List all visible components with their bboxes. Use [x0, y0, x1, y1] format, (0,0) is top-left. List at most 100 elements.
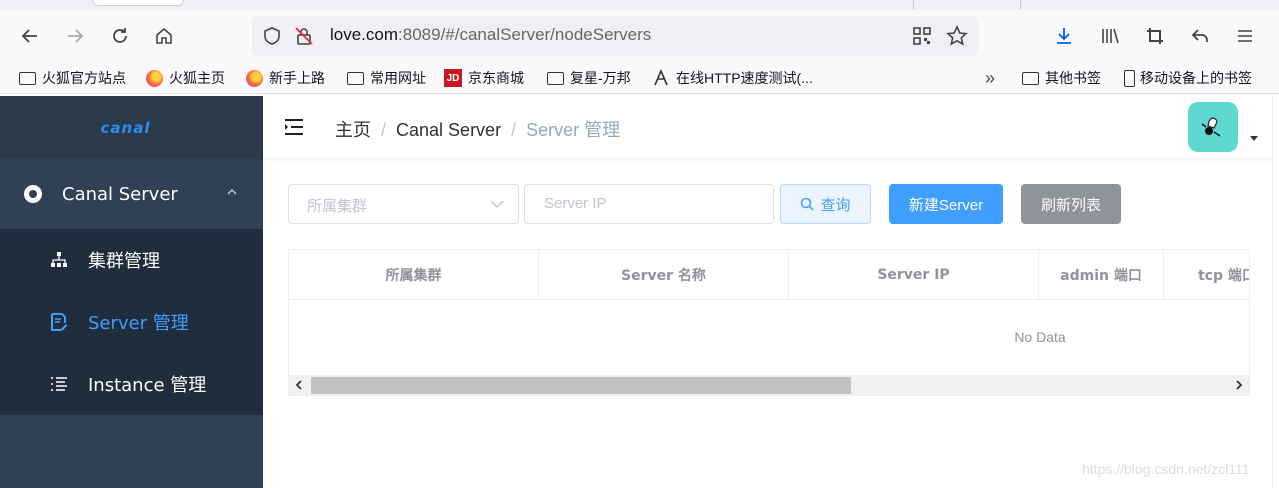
canal-logo[interactable]: canal [101, 119, 151, 137]
list-icon [50, 375, 68, 393]
bookmark-item[interactable]: 在线HTTP速度测试(... [652, 67, 813, 89]
library-icon [1102, 28, 1119, 44]
menu-group-canal-server[interactable]: Canal Server [0, 159, 263, 229]
breadcrumb-canal-server[interactable]: Canal Server [396, 120, 501, 140]
reload-button[interactable] [106, 22, 134, 50]
breadcrumb-separator: / [511, 120, 517, 140]
bookmark-label: 火狐官方站点 [42, 70, 126, 86]
sidebar-item-label: Instance 管理 [88, 375, 207, 396]
menu-button[interactable] [1231, 22, 1259, 50]
bookmark-item[interactable]: 移动设备上的书签 [1122, 67, 1252, 89]
user-avatar-icon [1201, 117, 1221, 137]
sidebar-item-server[interactable]: Server 管理 [0, 291, 263, 353]
avatar[interactable] [1188, 102, 1238, 152]
column-header-server-name[interactable]: Server 名称 [539, 250, 789, 300]
insecure-lock-icon[interactable] [294, 26, 314, 46]
sidebar-item-cluster[interactable]: 集群管理 [0, 229, 263, 291]
mobile-icon [1122, 69, 1136, 87]
bookmark-label: 复星-万邦 [570, 70, 631, 86]
bookmark-item[interactable]: 复星-万邦 [546, 67, 631, 89]
bookmark-item[interactable]: 火狐官方站点 [18, 67, 126, 89]
home-button[interactable] [150, 22, 178, 50]
search-icon [801, 197, 815, 211]
arrow-right-icon [68, 29, 84, 43]
bookmark-item[interactable]: JD 京东商城 [444, 67, 524, 89]
horizontal-scrollbar[interactable] [289, 375, 1249, 395]
undo-button[interactable] [1186, 22, 1214, 50]
url-bar[interactable]: love.com:8089/#/canalServer/nodeServers [252, 16, 978, 56]
home-icon [156, 27, 172, 44]
bookmark-item[interactable]: 常用网址 [346, 67, 426, 89]
server-icon [24, 185, 42, 203]
refresh-list-button[interactable]: 刷新列表 [1021, 184, 1121, 224]
sidebar-item-label: 集群管理 [88, 251, 160, 272]
refresh-list-label: 刷新列表 [1040, 195, 1101, 214]
bookmark-label: 其他书签 [1045, 70, 1101, 86]
browser-navbar: love.com:8089/#/canalServer/nodeServers [0, 10, 1279, 62]
scrollbar-thumb[interactable] [311, 377, 851, 394]
column-header-server-ip[interactable]: Server IP [789, 250, 1039, 300]
empty-text: No Data [1014, 329, 1066, 345]
tab-divider [913, 0, 914, 10]
breadcrumb-separator: / [381, 120, 387, 140]
sidebar-item-instance[interactable]: Instance 管理 [0, 353, 263, 415]
app-header: 主页 / Canal Server / Server 管理 [263, 96, 1279, 158]
watermark: https://blog.csdn.net/zcl111 [1082, 461, 1250, 477]
browser-tab[interactable] [92, 0, 184, 6]
bookmark-item[interactable]: 火狐主页 [145, 67, 225, 89]
library-button[interactable] [1096, 22, 1124, 50]
sidebar-toggle-icon[interactable] [283, 116, 305, 138]
hamburger-menu-icon [1238, 30, 1252, 42]
breadcrumb-home[interactable]: 主页 [335, 120, 371, 140]
chevron-down-icon [490, 200, 504, 209]
cluster-select[interactable]: 所属集群 [288, 184, 519, 224]
breadcrumb: 主页 / Canal Server / Server 管理 [335, 116, 620, 142]
browser-tab-strip [0, 0, 1279, 10]
submenu: 集群管理 Server 管理 Instance 管理 [0, 229, 263, 415]
downloads-button[interactable] [1050, 22, 1078, 50]
server-table: 所属集群 Server 名称 Server IP admin 端口 tcp 端口… [288, 249, 1250, 396]
new-server-button[interactable]: 新建Server [889, 184, 1003, 224]
qr-code-icon[interactable] [912, 26, 932, 46]
column-header-tcp-port[interactable]: tcp 端口 [1164, 250, 1249, 300]
sidebar-item-label: Server 管理 [88, 313, 189, 334]
reload-icon [113, 28, 127, 43]
scroll-left-icon[interactable] [293, 379, 305, 391]
sidebar: canal Canal Server 集群管理 Server 管理 Instan… [0, 96, 263, 488]
bookmark-item[interactable]: 新手上路 [245, 67, 325, 89]
folder-icon [18, 69, 36, 87]
column-header-admin-port[interactable]: admin 端口 [1039, 250, 1164, 300]
caret-down-icon[interactable] [1250, 136, 1258, 141]
firefox-icon [245, 69, 263, 87]
window-edge [1272, 96, 1279, 488]
cluster-select-placeholder: 所属集群 [307, 197, 368, 215]
url-text[interactable]: love.com:8089/#/canalServer/nodeServers [330, 25, 651, 45]
forward-button[interactable] [61, 22, 89, 50]
scroll-right-icon[interactable] [1233, 379, 1245, 391]
bookmark-label: 火狐主页 [169, 70, 225, 86]
chevron-double-right-icon: » [985, 67, 996, 88]
bookmarks-overflow-button[interactable]: » [985, 67, 995, 89]
server-ip-input[interactable]: Server IP [524, 184, 774, 224]
sitemap-icon [50, 251, 68, 269]
new-server-label: 新建Server [908, 196, 984, 214]
logo-bar: canal [0, 96, 263, 159]
shield-icon[interactable] [262, 26, 282, 46]
breadcrumb-current: Server 管理 [526, 120, 621, 140]
folder-icon [546, 69, 564, 87]
firefox-icon [145, 69, 163, 87]
bookmarks-bar: 火狐官方站点 火狐主页 新手上路 常用网址 JD 京东商城 复星-万邦 在线HTT… [0, 62, 1279, 94]
url-host: love.com [330, 25, 399, 44]
screenshot-button[interactable] [1141, 22, 1169, 50]
query-button[interactable]: 查询 [780, 184, 871, 224]
bookmark-star-icon[interactable] [946, 25, 968, 47]
back-button[interactable] [16, 22, 44, 50]
download-icon [1057, 28, 1071, 44]
document-edit-icon [50, 313, 68, 331]
bookmark-label: 新手上路 [269, 70, 325, 86]
column-header-cluster[interactable]: 所属集群 [289, 250, 539, 300]
jd-icon: JD [444, 69, 462, 87]
server-ip-placeholder: Server IP [544, 195, 607, 212]
bookmark-item[interactable]: 其他书签 [1021, 67, 1101, 89]
url-path: :8089/#/canalServer/nodeServers [398, 25, 652, 44]
